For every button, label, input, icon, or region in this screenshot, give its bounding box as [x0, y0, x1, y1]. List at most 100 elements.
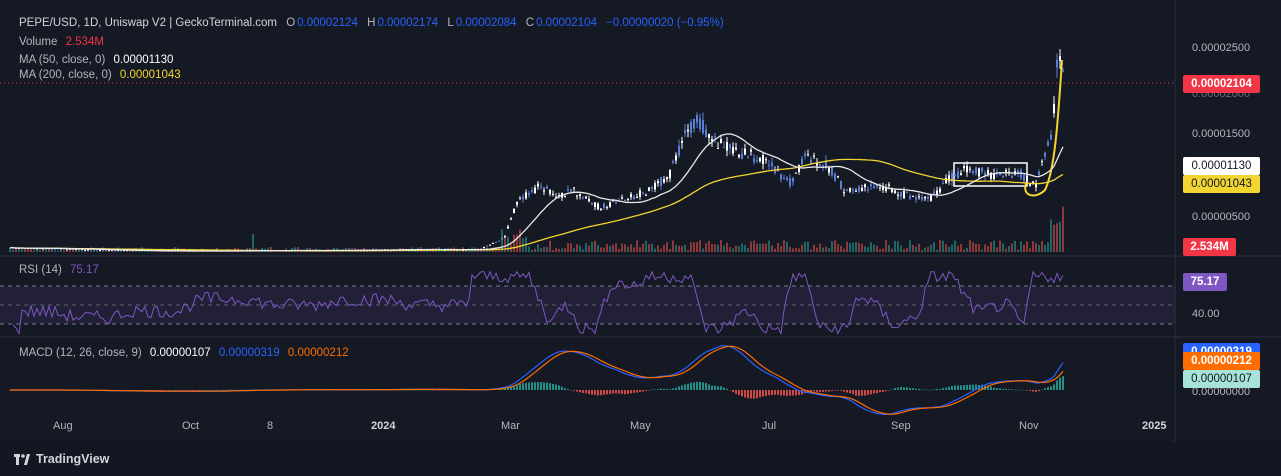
signal-value: 0.00000319 [218, 347, 280, 359]
volume-bar [918, 243, 920, 252]
volume-bar [999, 240, 1001, 252]
macd-histogram-bar [702, 382, 704, 390]
macd-histogram-bar [1059, 377, 1061, 390]
ma200-label[interactable]: MA (200, close, 0) [19, 69, 112, 81]
volume-bar [927, 246, 929, 252]
macd-histogram-bar [537, 382, 539, 390]
volume-bar [591, 242, 593, 252]
volume-bar [528, 246, 530, 252]
candle-body [900, 192, 902, 197]
candle-body [1053, 103, 1055, 114]
macd-histogram-bar [432, 390, 434, 391]
candle-body [84, 249, 86, 251]
macd-histogram-bar [531, 382, 533, 390]
macd-histogram-bar [666, 389, 668, 390]
current-price-tag: 0.00002104 [1183, 75, 1260, 93]
volume-bar [1044, 244, 1046, 252]
volume-bar [576, 244, 578, 252]
volume-bar [609, 246, 611, 252]
candle-body [582, 197, 584, 199]
macd-histogram-bar [162, 390, 164, 391]
volume-bar [738, 246, 740, 252]
volume-bar [762, 243, 764, 252]
macd-histogram-bar [654, 389, 656, 391]
volume-bar [1050, 219, 1052, 252]
macd-histogram-bar [831, 390, 833, 391]
volume-bar [1008, 246, 1010, 252]
macd-histogram-bar [1056, 380, 1058, 390]
volume-bar [531, 249, 533, 252]
macd-histogram-bar [195, 390, 197, 391]
volume-bar [15, 248, 17, 252]
rsi-label[interactable]: RSI (14) [19, 264, 62, 276]
candle-body [843, 192, 845, 194]
ma50-tag: 0.00001130 [1183, 157, 1260, 175]
macd-histogram-bar [1029, 390, 1031, 391]
candle-body [486, 245, 488, 247]
macd-histogram-bar [675, 387, 677, 390]
macd-histogram-bar [426, 389, 428, 391]
volume-bar [813, 244, 815, 252]
volume-bar [846, 241, 848, 252]
volume-bar [1041, 240, 1043, 252]
candle-body [495, 241, 497, 243]
macd-histogram-bar [915, 388, 917, 390]
candle-body [921, 197, 923, 200]
volume-bar [729, 247, 731, 252]
volume-bar [756, 243, 758, 252]
ma200-legend: MA (200, close, 0) 0.00001043 [19, 69, 183, 81]
volume-bar [828, 248, 830, 252]
volume-bar [921, 249, 923, 252]
volume-bar [21, 249, 23, 252]
volume-bar [594, 240, 596, 252]
macd-histogram-bar [921, 389, 923, 390]
macd-histogram-bar [708, 384, 710, 390]
macd-histogram-bar [222, 389, 224, 391]
candle-body [621, 197, 623, 199]
macd-histogram-bar [705, 383, 707, 390]
volume-bar [699, 240, 701, 252]
macd-histogram-bar [696, 381, 698, 390]
chart-area[interactable]: PEPE/USD, 1D, Uniswap V2 | GeckoTerminal… [0, 0, 1281, 442]
volume-bar [48, 249, 50, 252]
macd-tag-orange: 0.00000212 [1183, 352, 1260, 370]
candle-body [933, 191, 935, 194]
candle-body [930, 195, 932, 201]
volume-bar [618, 248, 620, 252]
chart-canvas[interactable] [0, 0, 1281, 442]
macd-histogram-bar [1005, 388, 1007, 390]
macd-histogram-bar [972, 384, 974, 390]
ma50-label[interactable]: MA (50, close, 0) [19, 54, 105, 66]
symbol-title[interactable]: PEPE/USD, 1D, Uniswap V2 | GeckoTerminal… [19, 17, 277, 29]
volume-label[interactable]: Volume [19, 36, 57, 48]
macd-histogram-bar [186, 390, 188, 391]
macd-histogram-bar [201, 390, 203, 391]
candle-body [957, 171, 959, 178]
ma50-value: 0.00001130 [113, 54, 174, 66]
candle-body [696, 115, 698, 123]
volume-bar [648, 244, 650, 252]
candle-body [636, 196, 638, 198]
candle-body [528, 193, 530, 195]
macd-histogram-bar [156, 390, 158, 391]
macd-histogram-bar [954, 385, 956, 390]
macd-histogram-bar [651, 389, 653, 390]
macd-histogram-bar [786, 390, 788, 396]
volume-bar [942, 240, 944, 252]
volume-bar [1017, 249, 1019, 252]
candle-body [858, 186, 860, 192]
candle-body [975, 167, 977, 174]
volume-bar [903, 248, 905, 252]
macd-histogram-bar [912, 388, 914, 390]
macd-histogram-bar [423, 389, 425, 391]
macd-histogram-bar [609, 390, 611, 395]
tradingview-logo[interactable]: TradingView [14, 452, 109, 466]
candle-body [888, 184, 890, 186]
volume-bar [81, 250, 83, 252]
volume-bar [981, 249, 983, 252]
macd-histogram-bar [966, 384, 968, 390]
volume-bar [498, 249, 500, 252]
macd-histogram-bar [219, 389, 221, 391]
macd-label[interactable]: MACD (12, 26, close, 9) [19, 347, 142, 359]
volume-bar [717, 244, 719, 252]
